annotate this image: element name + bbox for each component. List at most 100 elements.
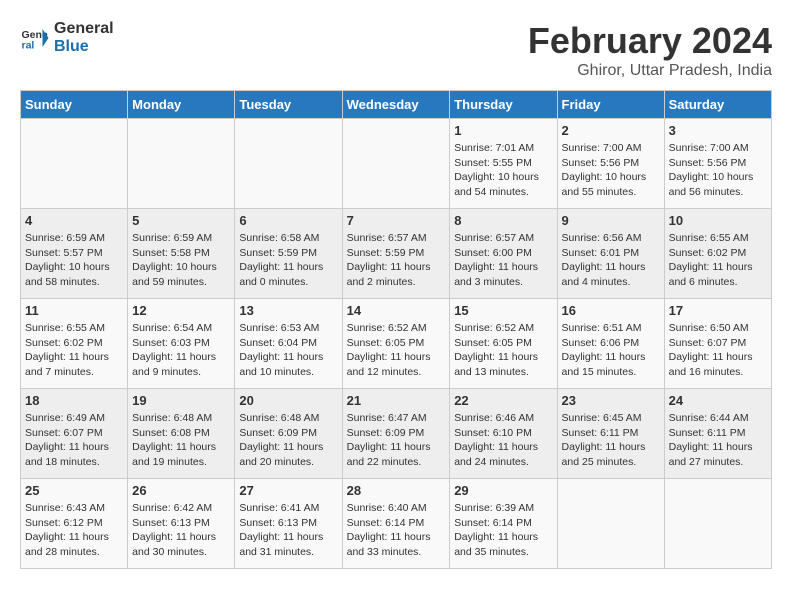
day-cell: 4 Sunrise: 6:59 AMSunset: 5:57 PMDaylight…: [21, 209, 128, 299]
day-info: Sunrise: 6:49 AMSunset: 6:07 PMDaylight:…: [25, 411, 123, 470]
day-cell: 27 Sunrise: 6:41 AMSunset: 6:13 PMDayligh…: [235, 479, 342, 569]
day-cell: 5 Sunrise: 6:59 AMSunset: 5:58 PMDaylight…: [128, 209, 235, 299]
day-number: 26: [132, 483, 230, 498]
day-info: Sunrise: 7:00 AMSunset: 5:56 PMDaylight:…: [669, 141, 767, 200]
day-number: 8: [454, 213, 552, 228]
day-cell: 14Sunrise: 6:52 AMSunset: 6:05 PMDayligh…: [342, 299, 450, 389]
day-cell: 23 Sunrise: 6:45 AMSunset: 6:11 PMDayligh…: [557, 389, 664, 479]
day-cell: 12Sunrise: 6:54 AMSunset: 6:03 PMDayligh…: [128, 299, 235, 389]
day-number: 28: [347, 483, 446, 498]
day-info: Sunrise: 6:40 AMSunset: 6:14 PMDaylight:…: [347, 501, 446, 560]
day-cell: [342, 119, 450, 209]
day-number: 10: [669, 213, 767, 228]
location-title: Ghiror, Uttar Pradesh, India: [528, 62, 772, 80]
day-info: Sunrise: 6:55 AMSunset: 6:02 PMDaylight:…: [25, 321, 123, 380]
week-row-0: 1 Sunrise: 7:01 AMSunset: 5:55 PMDaylight…: [21, 119, 772, 209]
day-number: 23: [562, 393, 660, 408]
day-cell: 22Sunrise: 6:46 AMSunset: 6:10 PMDayligh…: [450, 389, 557, 479]
day-number: 22: [454, 393, 552, 408]
day-cell: [557, 479, 664, 569]
day-info: Sunrise: 6:52 AMSunset: 6:05 PMDaylight:…: [454, 321, 552, 380]
logo: Gene ral General Blue: [20, 20, 114, 56]
header-cell-friday: Friday: [557, 91, 664, 119]
day-number: 19: [132, 393, 230, 408]
week-row-3: 18 Sunrise: 6:49 AMSunset: 6:07 PMDayligh…: [21, 389, 772, 479]
day-info: Sunrise: 6:48 AMSunset: 6:09 PMDaylight:…: [239, 411, 337, 470]
month-title: February 2024: [528, 20, 772, 62]
day-number: 9: [562, 213, 660, 228]
header-cell-tuesday: Tuesday: [235, 91, 342, 119]
day-info: Sunrise: 6:47 AMSunset: 6:09 PMDaylight:…: [347, 411, 446, 470]
day-cell: [235, 119, 342, 209]
day-info: Sunrise: 6:51 AMSunset: 6:06 PMDaylight:…: [562, 321, 660, 380]
day-info: Sunrise: 7:01 AMSunset: 5:55 PMDaylight:…: [454, 141, 552, 200]
day-cell: 9 Sunrise: 6:56 AMSunset: 6:01 PMDaylight…: [557, 209, 664, 299]
day-number: 13: [239, 303, 337, 318]
day-info: Sunrise: 6:50 AMSunset: 6:07 PMDaylight:…: [669, 321, 767, 380]
day-info: Sunrise: 6:57 AMSunset: 6:00 PMDaylight:…: [454, 231, 552, 290]
day-info: Sunrise: 6:59 AMSunset: 5:57 PMDaylight:…: [25, 231, 123, 290]
day-cell: 3 Sunrise: 7:00 AMSunset: 5:56 PMDaylight…: [664, 119, 771, 209]
day-cell: 19 Sunrise: 6:48 AMSunset: 6:08 PMDayligh…: [128, 389, 235, 479]
day-cell: 24Sunrise: 6:44 AMSunset: 6:11 PMDayligh…: [664, 389, 771, 479]
day-cell: 20 Sunrise: 6:48 AMSunset: 6:09 PMDayligh…: [235, 389, 342, 479]
day-info: Sunrise: 6:39 AMSunset: 6:14 PMDaylight:…: [454, 501, 552, 560]
day-cell: [128, 119, 235, 209]
header: Gene ral General Blue February 2024 Ghir…: [20, 20, 772, 80]
day-number: 5: [132, 213, 230, 228]
day-info: Sunrise: 6:45 AMSunset: 6:11 PMDaylight:…: [562, 411, 660, 470]
day-number: 25: [25, 483, 123, 498]
day-cell: 17 Sunrise: 6:50 AMSunset: 6:07 PMDayligh…: [664, 299, 771, 389]
day-cell: 7 Sunrise: 6:57 AMSunset: 5:59 PMDaylight…: [342, 209, 450, 299]
day-info: Sunrise: 6:43 AMSunset: 6:12 PMDaylight:…: [25, 501, 123, 560]
header-cell-thursday: Thursday: [450, 91, 557, 119]
day-cell: 18 Sunrise: 6:49 AMSunset: 6:07 PMDayligh…: [21, 389, 128, 479]
day-cell: 8 Sunrise: 6:57 AMSunset: 6:00 PMDaylight…: [450, 209, 557, 299]
day-cell: 1 Sunrise: 7:01 AMSunset: 5:55 PMDaylight…: [450, 119, 557, 209]
day-cell: 21 Sunrise: 6:47 AMSunset: 6:09 PMDayligh…: [342, 389, 450, 479]
day-cell: 10 Sunrise: 6:55 AMSunset: 6:02 PMDayligh…: [664, 209, 771, 299]
day-cell: 6 Sunrise: 6:58 AMSunset: 5:59 PMDaylight…: [235, 209, 342, 299]
calendar-table: SundayMondayTuesdayWednesdayThursdayFrid…: [20, 90, 772, 569]
day-info: Sunrise: 7:00 AMSunset: 5:56 PMDaylight:…: [562, 141, 660, 200]
header-cell-monday: Monday: [128, 91, 235, 119]
day-info: Sunrise: 6:56 AMSunset: 6:01 PMDaylight:…: [562, 231, 660, 290]
day-info: Sunrise: 6:42 AMSunset: 6:13 PMDaylight:…: [132, 501, 230, 560]
day-number: 27: [239, 483, 337, 498]
day-number: 21: [347, 393, 446, 408]
day-number: 15: [454, 303, 552, 318]
week-row-1: 4 Sunrise: 6:59 AMSunset: 5:57 PMDaylight…: [21, 209, 772, 299]
day-number: 7: [347, 213, 446, 228]
day-cell: 13Sunrise: 6:53 AMSunset: 6:04 PMDayligh…: [235, 299, 342, 389]
day-number: 2: [562, 123, 660, 138]
day-number: 17: [669, 303, 767, 318]
day-cell: 2 Sunrise: 7:00 AMSunset: 5:56 PMDaylight…: [557, 119, 664, 209]
week-row-2: 11 Sunrise: 6:55 AMSunset: 6:02 PMDayligh…: [21, 299, 772, 389]
day-cell: 16 Sunrise: 6:51 AMSunset: 6:06 PMDayligh…: [557, 299, 664, 389]
calendar-body: 1 Sunrise: 7:01 AMSunset: 5:55 PMDaylight…: [21, 119, 772, 569]
day-cell: 11 Sunrise: 6:55 AMSunset: 6:02 PMDayligh…: [21, 299, 128, 389]
header-cell-sunday: Sunday: [21, 91, 128, 119]
calendar-header-row: SundayMondayTuesdayWednesdayThursdayFrid…: [21, 91, 772, 119]
day-number: 18: [25, 393, 123, 408]
day-number: 24: [669, 393, 767, 408]
day-cell: [664, 479, 771, 569]
day-number: 3: [669, 123, 767, 138]
svg-text:ral: ral: [22, 40, 35, 52]
logo-line2: Blue: [54, 38, 114, 56]
day-number: 6: [239, 213, 337, 228]
day-number: 14: [347, 303, 446, 318]
day-number: 16: [562, 303, 660, 318]
day-number: 1: [454, 123, 552, 138]
day-number: 4: [25, 213, 123, 228]
day-info: Sunrise: 6:59 AMSunset: 5:58 PMDaylight:…: [132, 231, 230, 290]
day-info: Sunrise: 6:55 AMSunset: 6:02 PMDaylight:…: [669, 231, 767, 290]
day-info: Sunrise: 6:41 AMSunset: 6:13 PMDaylight:…: [239, 501, 337, 560]
day-info: Sunrise: 6:48 AMSunset: 6:08 PMDaylight:…: [132, 411, 230, 470]
day-info: Sunrise: 6:58 AMSunset: 5:59 PMDaylight:…: [239, 231, 337, 290]
day-number: 20: [239, 393, 337, 408]
week-row-4: 25 Sunrise: 6:43 AMSunset: 6:12 PMDayligh…: [21, 479, 772, 569]
day-number: 29: [454, 483, 552, 498]
day-info: Sunrise: 6:57 AMSunset: 5:59 PMDaylight:…: [347, 231, 446, 290]
day-number: 11: [25, 303, 123, 318]
